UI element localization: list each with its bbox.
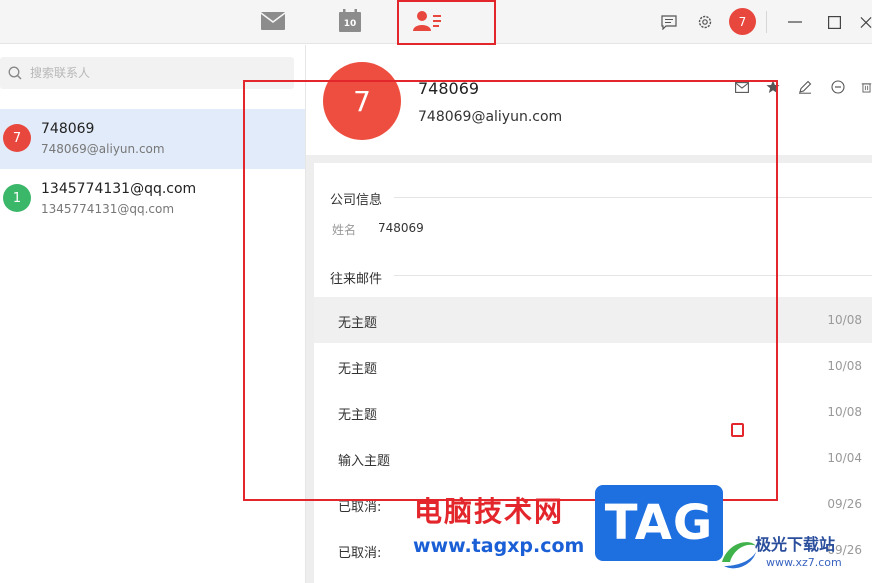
tab-calendar[interactable]: 10 — [333, 6, 367, 36]
mail-subject: 已取消: — [338, 546, 382, 561]
search-input[interactable] — [30, 66, 270, 80]
minimize-icon — [788, 21, 802, 23]
contact-name: 748069 — [41, 121, 95, 137]
watermark-logo-text: 极光下载站 — [755, 535, 836, 554]
mail-date: 10/04 — [827, 451, 862, 465]
trash-icon — [861, 83, 872, 93]
mail-date: 10/08 — [827, 405, 862, 419]
close-button[interactable] — [860, 11, 872, 33]
mail-date: 10/08 — [827, 359, 862, 373]
divider — [766, 11, 767, 33]
contact-email: 1345774131@qq.com — [41, 202, 175, 216]
minimize-button[interactable] — [784, 11, 806, 33]
contact-email: 748069@aliyun.com — [41, 142, 165, 156]
gear-icon — [698, 15, 712, 29]
edit-button[interactable] — [796, 78, 814, 96]
watermark-logo-url: www.xz7.com — [766, 556, 842, 569]
watermark-text: 电脑技术网 — [414, 495, 565, 528]
watermark-url: www.tagxp.com — [413, 535, 585, 557]
search-icon — [8, 66, 22, 80]
contact-avatar: 7 — [3, 124, 31, 152]
settings-button[interactable] — [694, 11, 716, 33]
contact-avatar: 1 — [3, 184, 31, 212]
remove-button[interactable] — [829, 78, 847, 96]
envelope-icon — [260, 12, 286, 30]
highlight-frame-detail — [243, 80, 778, 501]
mail-date: 10/08 — [827, 313, 862, 327]
user-avatar[interactable]: 7 — [729, 8, 756, 35]
top-toolbar: 10 7 — [0, 0, 872, 45]
mail-date: 09/26 — [827, 497, 862, 511]
close-icon — [860, 16, 872, 28]
chat-button[interactable] — [658, 11, 680, 33]
remove-icon — [831, 80, 845, 94]
highlight-marker — [731, 423, 744, 437]
edit-icon — [799, 80, 812, 94]
calendar-day: 10 — [343, 19, 357, 29]
tab-mail[interactable] — [256, 6, 290, 36]
highlight-frame-tab — [397, 0, 496, 45]
chat-icon — [661, 14, 677, 30]
contact-name: 1345774131@qq.com — [41, 181, 197, 197]
watermark-swirl-icon — [722, 542, 756, 569]
maximize-icon — [827, 15, 841, 29]
watermark-tag-logo: TAG — [595, 485, 723, 561]
maximize-button[interactable] — [823, 11, 845, 33]
delete-button[interactable] — [861, 78, 872, 96]
